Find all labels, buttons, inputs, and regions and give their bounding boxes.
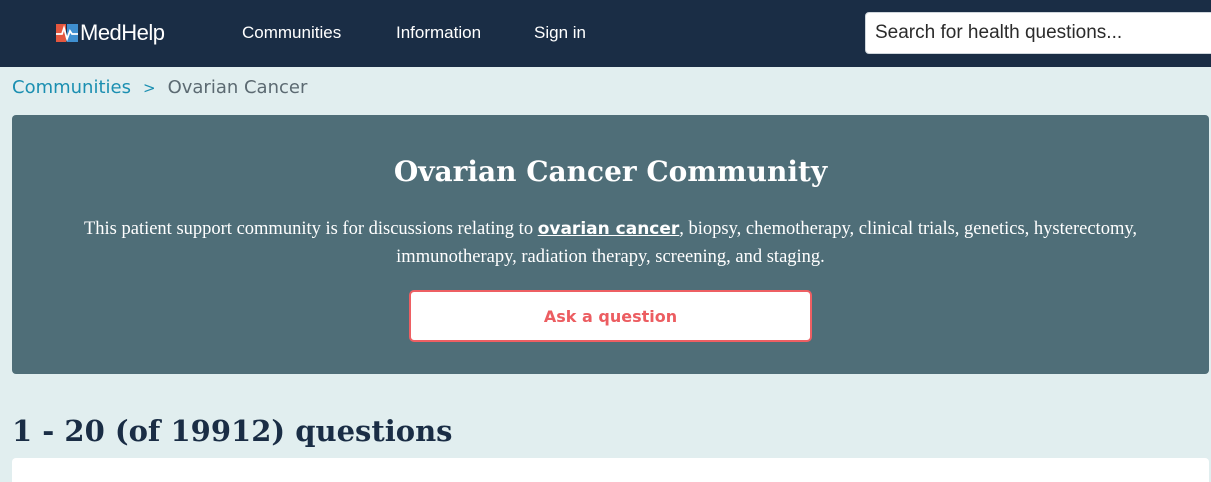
nav-communities[interactable]: Communities — [242, 23, 341, 43]
logo-text: MedHelp — [80, 20, 165, 45]
questions-count-heading: 1 - 20 (of 19912) questions — [12, 414, 453, 448]
medhelp-heartbeat-icon — [56, 24, 78, 42]
nav-information[interactable]: Information — [396, 23, 481, 43]
breadcrumb-communities[interactable]: Communities — [12, 77, 131, 98]
search-input[interactable] — [865, 12, 1211, 54]
description-text-start: This patient support community is for di… — [83, 219, 538, 239]
breadcrumb-separator: > — [142, 78, 156, 97]
nav-sign-in[interactable]: Sign in — [534, 23, 586, 43]
questions-list-card — [12, 458, 1209, 482]
medhelp-logo[interactable]: MedHelp — [56, 20, 165, 46]
ask-question-button[interactable]: Ask a question — [409, 290, 812, 342]
ovarian-cancer-link[interactable]: ovarian cancer — [538, 219, 680, 239]
community-hero: Ovarian Cancer Community This patient su… — [12, 115, 1209, 374]
top-nav-bar: MedHelp Communities Information Sign in — [0, 0, 1211, 67]
breadcrumb: Communities > Ovarian Cancer — [12, 77, 307, 98]
breadcrumb-current: Ovarian Cancer — [167, 77, 308, 98]
community-title: Ovarian Cancer Community — [393, 155, 828, 188]
community-description: This patient support community is for di… — [72, 215, 1149, 271]
